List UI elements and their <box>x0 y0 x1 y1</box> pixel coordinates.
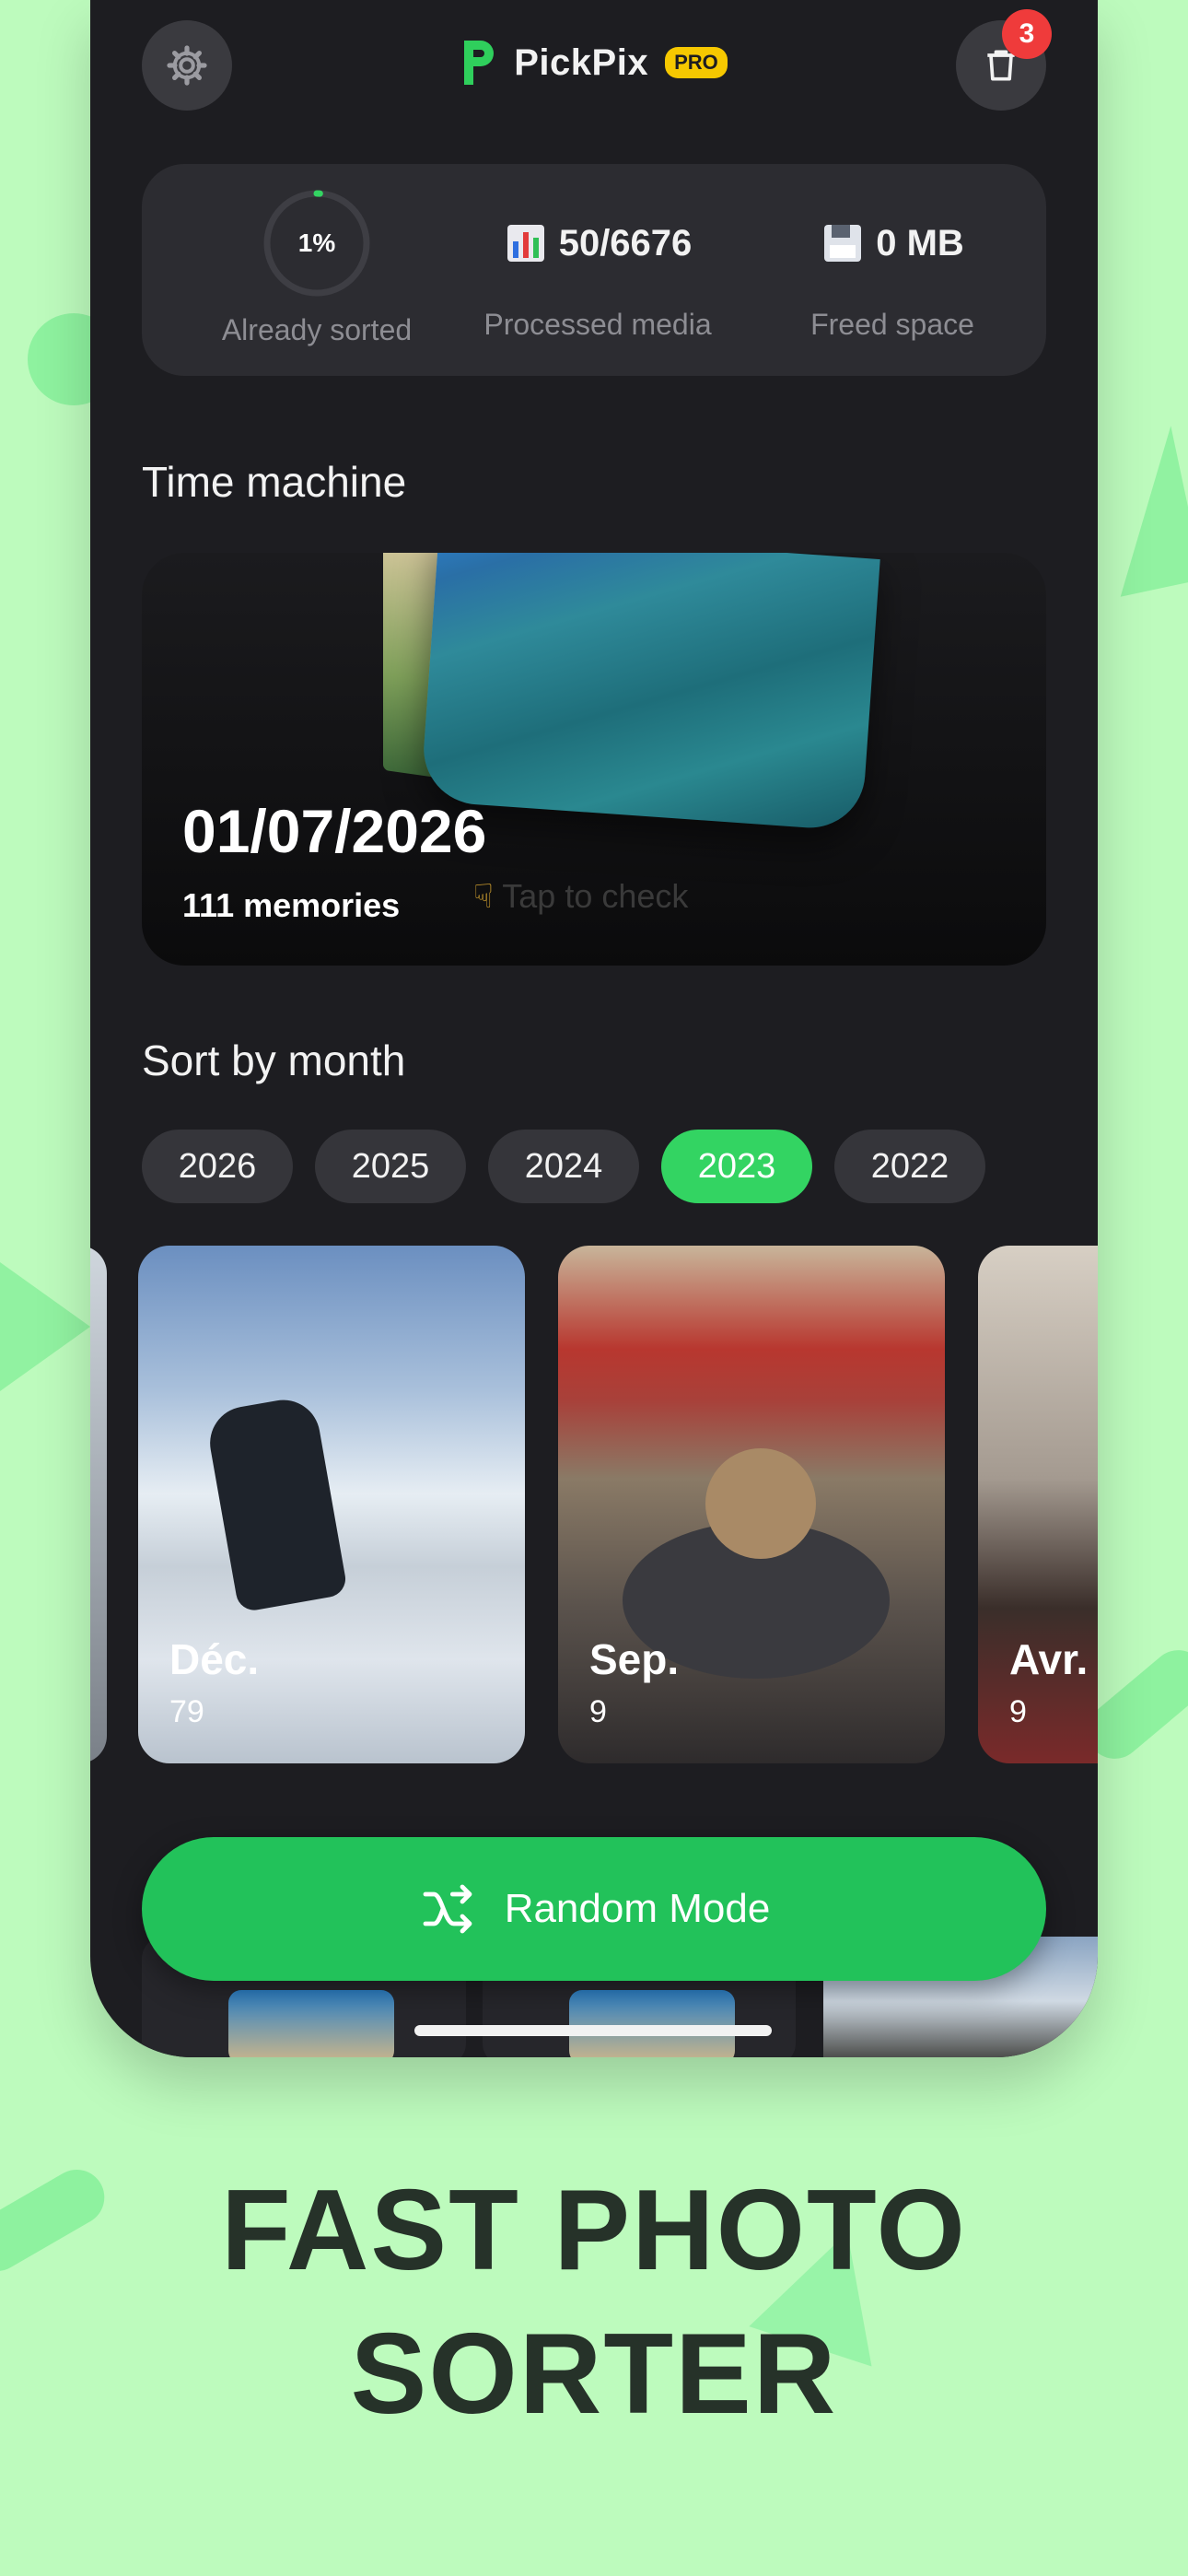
memory-count: 111 memories <box>182 886 401 924</box>
shuffle-icon <box>423 1884 472 1934</box>
brand: PickPix PRO <box>90 37 1098 88</box>
month-label: Sep. <box>589 1635 680 1683</box>
processed-caption: Processed media <box>483 308 712 341</box>
stat-processed: 50/6676 Processed media <box>455 164 740 376</box>
sorted-percent: 1% <box>297 228 336 257</box>
month-label: Déc. <box>169 1635 260 1683</box>
memory-date: 01/07/2026 <box>182 797 487 865</box>
month-count: 79 <box>169 1694 204 1729</box>
phone-screen: PickPix PRO 3 1% Already sorted 50/6676 … <box>90 0 1098 2057</box>
stats-card: 1% Already sorted 50/6676 Processed medi… <box>142 164 1046 376</box>
freed-value: 0 MB <box>876 222 964 263</box>
pickpix-logo-icon <box>464 41 495 85</box>
bar-chart-icon <box>507 225 544 262</box>
floppy-disk-icon <box>824 225 862 262</box>
month-count: 9 <box>589 1694 607 1729</box>
decor-triangle <box>1088 426 1188 597</box>
home-indicator[interactable] <box>414 2025 772 2036</box>
pointing-hand-icon: ☟ <box>473 877 494 915</box>
pro-badge: PRO <box>665 47 728 78</box>
random-mode-button[interactable]: Random Mode <box>142 1837 1046 1981</box>
tap-to-check-hint: ☟ Tap to check <box>473 877 689 915</box>
time-machine-title: Time machine <box>142 458 407 506</box>
app-header: PickPix PRO 3 <box>90 0 1098 129</box>
month-count: 9 <box>1009 1694 1027 1729</box>
month-card-partial[interactable] <box>90 1246 107 1763</box>
month-card[interactable]: Sep. 9 <box>558 1246 945 1763</box>
stat-freed: 0 MB Freed space <box>768 164 1017 376</box>
year-chip[interactable]: 2022 <box>834 1130 985 1203</box>
year-chip[interactable]: 2026 <box>142 1130 293 1203</box>
freed-caption: Freed space <box>810 308 974 341</box>
processed-value: 50/6676 <box>558 222 693 263</box>
year-chip[interactable]: 2025 <box>315 1130 466 1203</box>
year-chip-selected[interactable]: 2023 <box>661 1130 812 1203</box>
decor-triangle <box>0 1262 90 1391</box>
stat-sorted: 1% Already sorted <box>214 164 420 376</box>
month-photo-rabbit <box>705 1448 816 1559</box>
album-thumb-photo <box>569 1990 735 2057</box>
month-label: Avr. <box>1009 1635 1089 1683</box>
year-chip[interactable]: 2024 <box>488 1130 639 1203</box>
time-machine-card[interactable]: 01/07/2026 111 memories ☟ Tap to check <box>142 553 1046 966</box>
trash-count-badge: 3 <box>1002 9 1052 59</box>
sort-by-month-title: Sort by month <box>142 1036 406 1084</box>
trash-button[interactable]: 3 <box>956 9 1052 111</box>
month-card[interactable]: Avr. 9 <box>978 1246 1098 1763</box>
month-photo-person <box>204 1394 349 1613</box>
promo-headline-line2: SORTER <box>350 2311 838 2438</box>
promo-headline-line1: FAST PHOTO <box>220 2167 967 2294</box>
album-thumb-photo <box>228 1990 394 2057</box>
app-name: PickPix <box>514 41 649 83</box>
sorted-caption: Already sorted <box>221 313 413 346</box>
month-card[interactable]: Déc. 79 <box>138 1246 525 1763</box>
random-mode-label: Random Mode <box>504 1886 771 1931</box>
year-chips: 2026 2025 2024 2023 2022 <box>142 1130 985 1203</box>
memory-photo <box>420 553 880 832</box>
